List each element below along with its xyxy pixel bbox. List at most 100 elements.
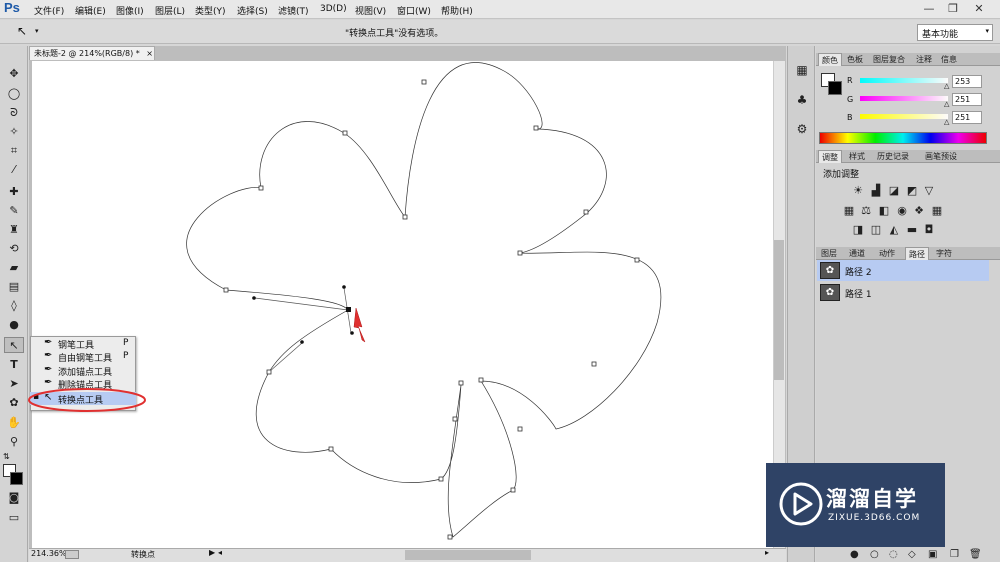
zoom-level[interactable]: 214.36%	[31, 549, 67, 558]
scroll-left-icon[interactable]: ◂	[218, 548, 222, 557]
marquee-tool-icon[interactable]: ◯	[4, 86, 24, 102]
shape-tool-icon[interactable]: ✿	[4, 395, 24, 411]
make-work-path-icon[interactable]: ◇	[908, 549, 916, 560]
green-slider[interactable]	[860, 96, 948, 101]
path-select-icon[interactable]: ➤	[4, 376, 24, 392]
color-balance-icon[interactable]: ⚖	[859, 205, 873, 217]
move-tool-icon[interactable]: ✥	[4, 66, 24, 82]
menu-layer[interactable]: 图层(L)	[155, 4, 185, 17]
close-icon[interactable]: ×	[146, 49, 153, 58]
history-brush-icon[interactable]: ⟲	[4, 241, 24, 257]
doc-info-icon[interactable]	[65, 550, 79, 559]
canvas[interactable]	[32, 61, 773, 548]
gradient-map-icon[interactable]: ▬	[905, 224, 919, 236]
tab-color[interactable]: 颜色	[818, 53, 842, 66]
properties-icon[interactable]: ⚙	[791, 119, 813, 139]
close-icon[interactable]: ✕	[968, 0, 990, 17]
new-path-icon[interactable]: ❐	[950, 549, 959, 560]
selective-color-icon[interactable]: ◘	[922, 224, 936, 236]
blur-tool-icon[interactable]: ◊	[4, 298, 24, 314]
background-color[interactable]	[10, 472, 23, 485]
color-lookup-icon[interactable]: ▦	[930, 205, 944, 217]
brightness-icon[interactable]: ☀	[851, 185, 865, 197]
curves-icon[interactable]: ◪	[887, 185, 901, 197]
red-slider[interactable]	[860, 78, 948, 83]
menu-type[interactable]: 类型(Y)	[195, 4, 226, 17]
red-value[interactable]: 253	[952, 75, 982, 88]
green-value[interactable]: 251	[952, 93, 982, 106]
menu-edit[interactable]: 编辑(E)	[75, 4, 106, 17]
hand-tool-icon[interactable]: ✋	[4, 415, 24, 431]
brush-panel-icon[interactable]: ▦	[791, 60, 813, 80]
type-tool-icon[interactable]: T	[4, 357, 24, 373]
tab-layers[interactable]: 图层	[818, 247, 840, 260]
tab-styles[interactable]: 样式	[846, 150, 868, 163]
restore-icon[interactable]: ❐	[942, 0, 964, 17]
menu-window[interactable]: 窗口(W)	[397, 4, 431, 17]
quick-mask-icon[interactable]: ◙	[4, 490, 24, 506]
tab-channels[interactable]: 通道	[846, 247, 868, 260]
play-icon[interactable]: ▶	[209, 548, 215, 557]
hue-saturation-icon[interactable]: ▦	[842, 205, 856, 217]
vertical-scroll-thumb[interactable]	[774, 240, 784, 380]
crop-tool-icon[interactable]: ⌗	[4, 143, 24, 159]
current-tool-icon[interactable]: ↖	[17, 24, 27, 38]
zoom-tool-icon[interactable]: ⚲	[4, 434, 24, 450]
lasso-tool-icon[interactable]: ᘐ	[4, 105, 24, 121]
posterize-icon[interactable]: ◫	[869, 224, 883, 236]
tab-notes[interactable]: 注释	[913, 53, 935, 66]
magic-wand-icon[interactable]: ✧	[4, 124, 24, 140]
stroke-path-icon[interactable]: ○	[870, 549, 879, 560]
chevron-down-icon[interactable]: ▾	[35, 27, 39, 35]
menu-file[interactable]: 文件(F)	[34, 4, 64, 17]
add-mask-icon[interactable]: ▣	[928, 549, 937, 560]
path-row-1[interactable]: ✿ 路径 1	[817, 282, 989, 303]
clone-source-icon[interactable]: ♣	[791, 90, 813, 110]
horizontal-scroll-thumb[interactable]	[405, 550, 531, 560]
pen-tool-icon[interactable]: ↖	[4, 337, 24, 353]
slider-handle-icon[interactable]: △	[944, 82, 949, 90]
invert-icon[interactable]: ◨	[851, 224, 865, 236]
stamp-tool-icon[interactable]: ♜	[4, 222, 24, 238]
swap-colors-icon[interactable]: ⇅	[3, 452, 10, 461]
tab-info[interactable]: 信息	[938, 53, 960, 66]
blue-slider[interactable]	[860, 114, 948, 119]
menu-image[interactable]: 图像(I)	[116, 4, 144, 17]
gradient-tool-icon[interactable]: ▤	[4, 279, 24, 295]
flyout-item-add-anchor[interactable]: ✒ 添加锚点工具	[30, 364, 136, 378]
minimize-icon[interactable]: —	[918, 0, 940, 17]
threshold-icon[interactable]: ◭	[887, 224, 901, 236]
menu-3d[interactable]: 3D(D)	[320, 4, 347, 14]
menu-view[interactable]: 视图(V)	[355, 4, 386, 17]
black-white-icon[interactable]: ◧	[877, 205, 891, 217]
channel-mixer-icon[interactable]: ❖	[912, 205, 926, 217]
blue-value[interactable]: 251	[952, 111, 982, 124]
eyedropper-icon[interactable]: ⁄	[4, 162, 24, 178]
screen-mode-icon[interactable]: ▭	[4, 510, 24, 526]
tab-adjustments[interactable]: 调整	[818, 150, 842, 163]
healing-brush-icon[interactable]: ✚	[4, 184, 24, 200]
load-selection-icon[interactable]: ◌	[889, 549, 898, 560]
tab-brush-presets[interactable]: 画笔预设	[922, 150, 960, 163]
tab-paths[interactable]: 路径	[905, 247, 929, 260]
tab-history[interactable]: 历史记录	[874, 150, 912, 163]
vibrance-icon[interactable]: ▽	[922, 185, 936, 197]
scroll-right-icon[interactable]: ▸	[765, 548, 769, 557]
menu-select[interactable]: 选择(S)	[237, 4, 268, 17]
tab-actions[interactable]: 动作	[876, 247, 898, 260]
exposure-icon[interactable]: ◩	[905, 185, 919, 197]
tab-swatches[interactable]: 色板	[844, 53, 866, 66]
delete-path-icon[interactable]: 🗑	[969, 549, 982, 560]
tab-layer-comps[interactable]: 图层复合	[870, 53, 908, 66]
color-spectrum[interactable]	[819, 132, 987, 144]
brush-tool-icon[interactable]: ✎	[4, 203, 24, 219]
flyout-item-freeform-pen[interactable]: ✒ 自由钢笔工具 P	[30, 350, 136, 364]
fill-path-icon[interactable]: ●	[850, 549, 859, 560]
tab-character[interactable]: 字符	[933, 247, 955, 260]
path-row-2[interactable]: ✿ 路径 2	[817, 260, 989, 281]
slider-handle-icon[interactable]: △	[944, 118, 949, 126]
menu-filter[interactable]: 滤镜(T)	[278, 4, 309, 17]
levels-icon[interactable]: ▟	[869, 185, 883, 197]
slider-handle-icon[interactable]: △	[944, 100, 949, 108]
flyout-item-pen[interactable]: ✒ 钢笔工具 P	[30, 337, 136, 351]
